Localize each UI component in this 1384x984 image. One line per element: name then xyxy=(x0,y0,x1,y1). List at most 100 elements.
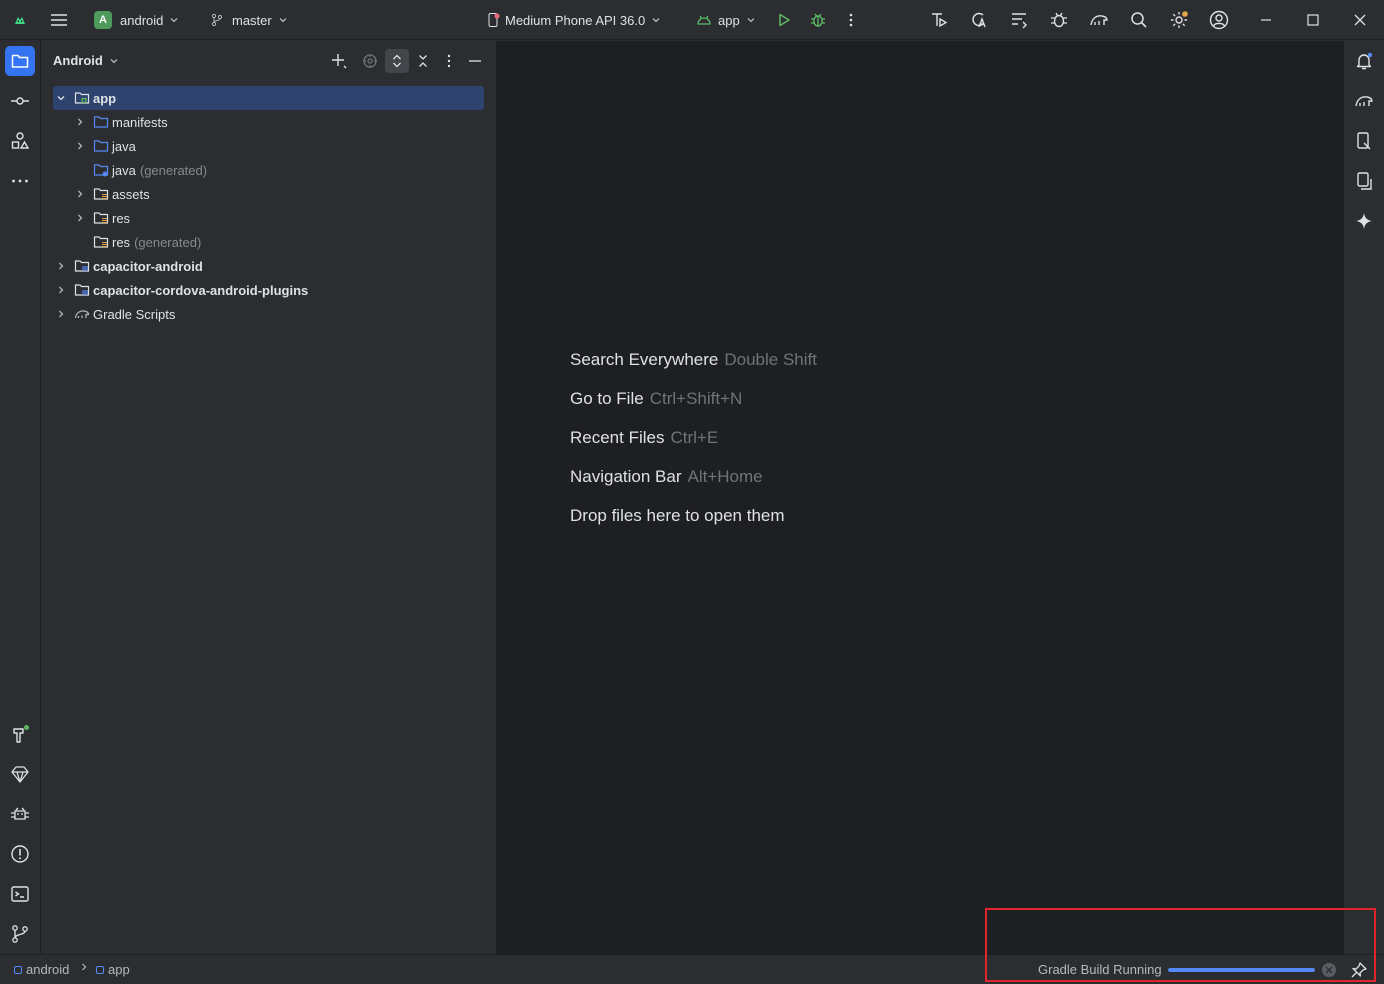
project-panel: Android app manifests java java (generat… xyxy=(41,41,497,954)
gradle-tool-button[interactable] xyxy=(1349,86,1379,116)
hammer-icon xyxy=(13,725,29,743)
collapse-all-button[interactable] xyxy=(411,49,435,73)
hint-navigation-bar: Navigation Bar Alt+Home xyxy=(570,467,817,506)
chevron-right-icon[interactable] xyxy=(55,284,67,296)
tree-item-java-generated[interactable]: java (generated) xyxy=(41,158,496,182)
pin-button[interactable] xyxy=(1350,961,1368,979)
running-devices-button[interactable] xyxy=(1349,166,1379,196)
run-button[interactable] xyxy=(776,0,792,40)
tree-item-gradle-scripts[interactable]: Gradle Scripts xyxy=(41,302,496,326)
tree-item-java[interactable]: java xyxy=(41,134,496,158)
hint-drop-files: Drop files here to open them xyxy=(570,506,817,545)
minimize-button[interactable] xyxy=(1259,0,1273,40)
debug-button[interactable] xyxy=(809,0,827,40)
cancel-build-button[interactable] xyxy=(1322,963,1336,977)
library-module-icon xyxy=(74,284,90,296)
run-config-selector[interactable]: app xyxy=(696,0,756,40)
chevron-down-icon[interactable] xyxy=(55,92,67,104)
notifications-button[interactable] xyxy=(1349,46,1379,76)
build-progress-fill xyxy=(1168,968,1315,972)
panel-options-button[interactable] xyxy=(437,49,461,73)
run-config-name: app xyxy=(718,12,740,28)
hide-panel-button[interactable] xyxy=(463,49,487,73)
chevron-right-icon[interactable] xyxy=(74,140,86,152)
branch-selector[interactable]: master xyxy=(210,0,288,40)
folder-icon xyxy=(93,116,109,128)
main-menu-icon[interactable] xyxy=(50,0,68,40)
hint-shortcut: Ctrl+E xyxy=(670,428,719,447)
resource-manager-button[interactable] xyxy=(5,126,35,156)
crosshair-icon xyxy=(363,54,377,68)
select-opened-file-button[interactable] xyxy=(358,49,382,73)
tree-item-capacitor-cordova-android-plugins[interactable]: capacitor-cordova-android-plugins xyxy=(41,278,496,302)
breadcrumb-item-android[interactable]: android xyxy=(14,962,69,977)
chevron-right-icon[interactable] xyxy=(74,116,86,128)
bell-icon xyxy=(1356,52,1373,70)
logcat-button[interactable] xyxy=(5,799,35,829)
chevron-down-icon xyxy=(747,18,755,23)
apply-code-icon xyxy=(972,12,986,28)
apply-code-changes-button[interactable] xyxy=(969,0,989,40)
terminal-icon xyxy=(11,886,29,902)
problems-button[interactable] xyxy=(5,839,35,869)
build-tool-button[interactable] xyxy=(5,719,35,749)
tree-item-capacitor-android[interactable]: capacitor-android xyxy=(41,254,496,278)
editor-area[interactable]: Search Everywhere Double Shift Go to File… xyxy=(497,41,1343,954)
git-branch-icon xyxy=(12,925,28,943)
sync-icon xyxy=(1012,13,1027,29)
hint-search-everywhere: Search Everywhere Double Shift xyxy=(570,350,817,389)
close-window-button[interactable] xyxy=(1353,0,1367,40)
project-name: android xyxy=(120,12,164,28)
more-actions-button[interactable] xyxy=(843,0,859,40)
more-tools-button[interactable] xyxy=(5,166,35,196)
gradle-sync-button[interactable] xyxy=(1089,0,1109,40)
project-tool-button[interactable] xyxy=(5,46,35,76)
app-quality-button[interactable] xyxy=(5,759,35,789)
account-button[interactable] xyxy=(1209,0,1229,40)
maximize-button[interactable] xyxy=(1306,0,1320,40)
shapes-icon xyxy=(11,132,30,149)
hint-recent-files: Recent Files Ctrl+E xyxy=(570,428,817,467)
search-icon xyxy=(1131,12,1147,28)
device-selector[interactable]: Medium Phone API 36.0 xyxy=(486,0,661,40)
chevron-right-icon[interactable] xyxy=(55,260,67,272)
new-file-button[interactable] xyxy=(327,49,351,73)
chevron-down-icon xyxy=(110,58,118,63)
version-control-button[interactable] xyxy=(5,919,35,949)
folder-icon xyxy=(11,54,29,68)
close-icon xyxy=(1325,966,1333,974)
project-selector[interactable]: A android xyxy=(94,0,179,40)
tree-item-res-generated[interactable]: res (generated) xyxy=(41,230,496,254)
breadcrumb-item-app[interactable]: app xyxy=(96,962,130,977)
expand-all-button[interactable] xyxy=(385,49,409,73)
apply-changes-button[interactable] xyxy=(929,0,949,40)
sync-project-button[interactable] xyxy=(1009,0,1029,40)
terminal-button[interactable] xyxy=(5,879,35,909)
tree-item-res[interactable]: res xyxy=(41,206,496,230)
hint-action: Search Everywhere xyxy=(570,350,719,369)
tree-item-assets[interactable]: assets xyxy=(41,182,496,206)
chevron-right-icon[interactable] xyxy=(74,212,86,224)
project-view-selector[interactable]: Android xyxy=(53,53,119,68)
tree-item-app[interactable]: app xyxy=(53,86,484,110)
settings-button[interactable] xyxy=(1169,0,1189,40)
tree-item-label: res xyxy=(112,210,131,226)
android-studio-logo xyxy=(12,0,28,40)
chevron-right-icon[interactable] xyxy=(55,308,67,320)
logcat-icon xyxy=(11,807,29,820)
left-tool-strip xyxy=(0,41,41,954)
tree-item-manifests[interactable]: manifests xyxy=(41,110,496,134)
commit-tool-button[interactable] xyxy=(5,86,35,116)
attach-debugger-button[interactable] xyxy=(1049,0,1069,40)
device-manager-button[interactable] xyxy=(1349,126,1379,156)
hint-go-to-file: Go to File Ctrl+Shift+N xyxy=(570,389,817,428)
gemini-button[interactable] xyxy=(1349,206,1379,236)
gear-icon xyxy=(1171,11,1188,28)
source-folder-icon xyxy=(93,140,109,152)
tree-item-hint: (generated) xyxy=(139,162,208,178)
search-button[interactable] xyxy=(1129,0,1149,40)
tree-item-label: app xyxy=(93,90,117,106)
tree-item-label: capacitor-cordova-android-plugins xyxy=(93,282,309,298)
build-status-label[interactable]: Gradle Build Running xyxy=(1038,962,1162,977)
chevron-right-icon[interactable] xyxy=(74,188,86,200)
